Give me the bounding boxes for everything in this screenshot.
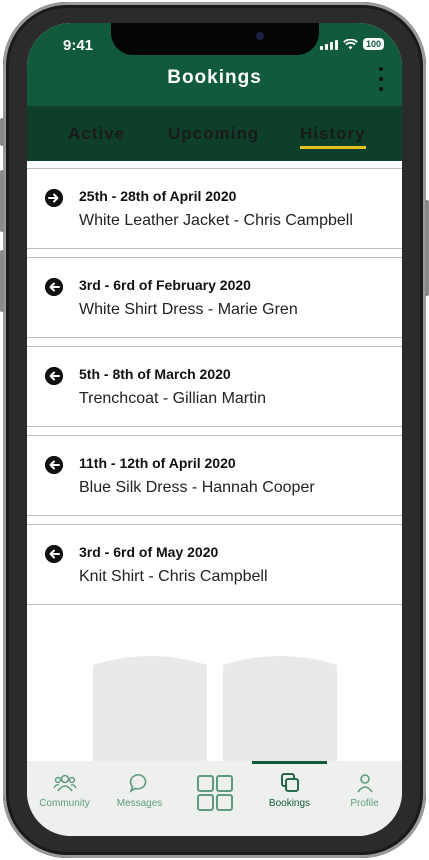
tab-upcoming[interactable]: Upcoming [168,124,259,144]
booking-list: 25th - 28th of April 2020 White Leather … [27,161,402,836]
arrow-left-icon [45,278,63,296]
nav-label: Profile [350,798,379,809]
booking-card[interactable]: 11th - 12th of April 2020 Blue Silk Dres… [27,435,402,516]
booking-card[interactable]: 3rd - 6rd of February 2020 White Shirt D… [27,257,402,338]
booking-dates: 11th - 12th of April 2020 [79,455,236,471]
mute-switch [0,118,4,146]
booking-item: Knit Shirt - Chris Campbell [79,568,268,585]
camera-icon [256,32,264,40]
booking-item: Blue Silk Dress - Hannah Cooper [79,479,315,496]
nav-profile[interactable]: Profile [327,773,402,809]
nav-label: Bookings [268,798,311,809]
arrow-left-icon [45,456,63,474]
app-header: 9:41 100 Bookings [27,23,402,106]
booking-card[interactable]: 3rd - 6rd of May 2020 Knit Shirt - Chris… [27,524,402,605]
notch [111,23,319,55]
booking-item: White Leather Jacket - Chris Campbell [79,212,353,229]
signal-icon [319,39,338,50]
booking-item: Trenchcoat - Gillian Martin [79,390,267,407]
nav-label: Messages [116,798,163,809]
nav-messages[interactable]: Messages [102,773,177,809]
nav-community[interactable]: Community [27,773,102,809]
nav-label: Community [39,798,90,809]
arrow-left-icon [45,545,63,563]
bottom-navigation: Community Messages Bookings Profile [27,761,402,836]
tab-history[interactable]: History [300,124,366,149]
arrow-left-icon [45,367,63,385]
wifi-icon [343,38,358,49]
booking-dates: 5th - 8th of March 2020 [79,366,231,382]
booking-item: White Shirt Dress - Marie Gren [79,301,298,318]
app-screen: 9:41 100 Bookings Active Upcoming Histor… [27,23,402,836]
nav-active-indicator [252,761,327,764]
tab-active[interactable]: Active [68,124,125,144]
battery-icon: 100 [362,38,384,50]
booking-card[interactable]: 5th - 8th of March 2020 Trenchcoat - Gil… [27,346,402,427]
booking-card[interactable]: 25th - 28th of April 2020 White Leather … [27,168,402,249]
nav-bookings[interactable]: Bookings [252,773,327,809]
kebab-menu-icon[interactable] [378,67,384,91]
profile-icon [356,774,373,793]
bookings-icon [280,773,299,792]
page-title: Bookings [167,67,262,88]
grid-icon [196,775,233,811]
volume-up-button [0,170,4,232]
booking-dates: 3rd - 6rd of May 2020 [79,544,219,560]
power-button [425,200,429,296]
status-time: 9:41 [63,37,94,54]
arrow-right-icon [45,189,63,207]
chat-bubble-icon [129,774,146,793]
nav-grid[interactable] [177,775,252,814]
community-icon [52,774,77,792]
booking-dates: 3rd - 6rd of February 2020 [79,277,251,293]
status-icons: 100 [319,38,384,50]
volume-down-button [0,250,4,312]
booking-dates: 25th - 28th of April 2020 [79,188,237,204]
booking-tabs: Active Upcoming History [27,106,402,161]
